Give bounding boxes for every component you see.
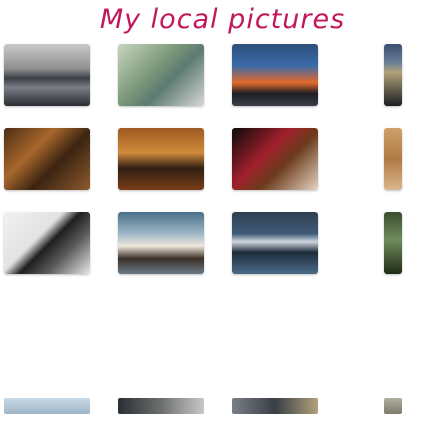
picture-thumbnail-13[interactable] (4, 398, 90, 414)
picture-thumbnail-6[interactable] (118, 128, 204, 190)
picture-thumbnail-2[interactable] (118, 44, 204, 106)
picture-thumbnail-5[interactable] (4, 128, 90, 190)
picture-grid (4, 44, 432, 274)
picture-thumbnail-14[interactable] (118, 398, 204, 414)
picture-thumbnail-1[interactable] (4, 44, 90, 106)
picture-thumbnail-8[interactable] (384, 128, 402, 190)
picture-thumbnail-7[interactable] (232, 128, 318, 190)
picture-thumbnail-12[interactable] (384, 212, 402, 274)
picture-thumbnail-16[interactable] (384, 398, 402, 414)
picture-thumbnail-10[interactable] (118, 212, 204, 274)
picture-thumbnail-11[interactable] (232, 212, 318, 274)
picture-thumbnail-3[interactable] (232, 44, 318, 106)
picture-row-partial (4, 398, 444, 414)
picture-thumbnail-15[interactable] (232, 398, 318, 414)
picture-thumbnail-4[interactable] (384, 44, 402, 106)
picture-thumbnail-9[interactable] (4, 212, 90, 274)
page-title: My local pictures (99, 4, 346, 35)
